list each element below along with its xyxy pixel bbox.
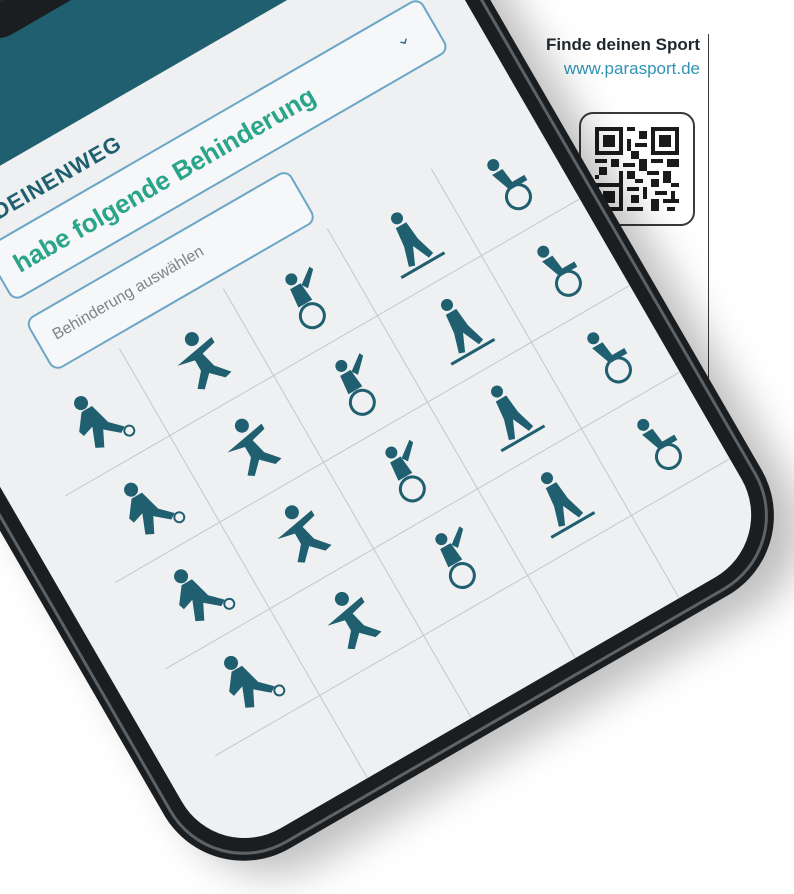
info-title: Finde deinen Sport	[546, 35, 700, 54]
qr-code-icon	[595, 127, 679, 211]
chevron-down-icon: ⌄	[390, 26, 414, 52]
